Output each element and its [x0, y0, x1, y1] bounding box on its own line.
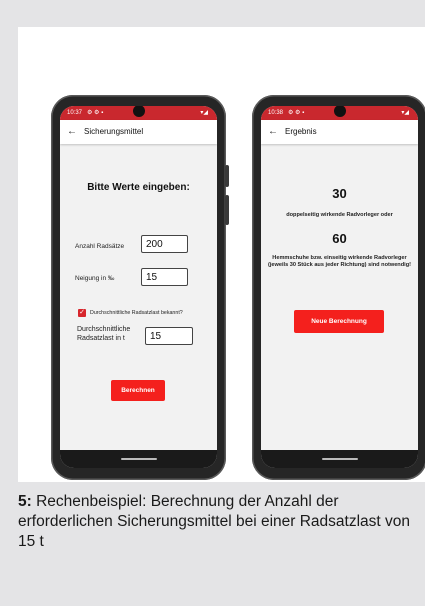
front-camera — [132, 106, 145, 117]
app-bar-title: Ergebnis — [285, 127, 317, 136]
arrow-left-icon[interactable]: ← — [67, 120, 77, 144]
radsaetze-label: Anzahl Radsätze — [75, 243, 125, 250]
navigation-bar — [261, 450, 418, 468]
phone-result-screen: 10:38 ⚙ ⚙ ▪ ▾◢ ← Ergebnis 30 doppelseiti… — [252, 95, 425, 480]
neue-berechnung-button[interactable]: Neue Berechnung — [294, 310, 384, 333]
screen: 10:37 ⚙ ⚙ ▪ ▾◢ ← Sicherungsmittel Bitte … — [60, 106, 217, 468]
radsatzlast-input[interactable]: 15 — [145, 327, 193, 345]
home-gesture-bar[interactable] — [321, 458, 358, 460]
status-time: 10:37 — [67, 110, 83, 116]
checkbox-label: Durchschnittliche Radsatzlast bekannt? — [90, 310, 183, 316]
figure-panel: 10:37 ⚙ ⚙ ▪ ▾◢ ← Sicherungsmittel Bitte … — [18, 27, 425, 482]
app-bar-title: Sicherungsmittel — [84, 127, 144, 136]
phone-input-screen: 10:37 ⚙ ⚙ ▪ ▾◢ ← Sicherungsmittel Bitte … — [51, 95, 229, 480]
power-button — [225, 195, 229, 225]
figure-caption: 5: Rechenbeispiel: Berechnung der Anzahl… — [18, 492, 418, 552]
result-doppelseitig-count: 30 — [332, 186, 347, 201]
screen: 10:38 ⚙ ⚙ ▪ ▾◢ ← Ergebnis 30 doppelseiti… — [261, 106, 418, 468]
result-hemmschuhe-count: 60 — [332, 231, 347, 246]
signal-icon: ▾◢ — [401, 110, 409, 116]
arrow-left-icon[interactable]: ← — [268, 120, 278, 144]
berechnen-button[interactable]: Berechnen — [111, 380, 165, 401]
front-camera — [333, 106, 346, 117]
status-icons: ⚙ ⚙ ▪ — [288, 110, 305, 116]
app-bar: ← Sicherungsmittel — [60, 120, 217, 144]
caption-text: Rechenbeispiel: Berechnung der Anzahl de… — [18, 493, 411, 550]
result-hemmschuhe-text: Hemmschuhe bzw. einseitig wirkende Radvo… — [268, 255, 411, 268]
volume-button — [225, 165, 229, 187]
signal-icon: ▾◢ — [200, 110, 208, 116]
status-icons: ⚙ ⚙ ▪ — [87, 110, 104, 116]
status-time: 10:38 — [268, 110, 284, 116]
radsatzlast-label-line1: Durchschnittliche — [77, 326, 131, 333]
checkbox-checked-icon[interactable]: ✓ — [78, 309, 86, 317]
neigung-input[interactable]: 15 — [141, 268, 188, 286]
page-heading: Bitte Werte eingeben: — [87, 182, 190, 193]
home-gesture-bar[interactable] — [120, 458, 157, 460]
neigung-label: Neigung in ‰ — [75, 275, 115, 282]
caption-number: 5: — [18, 493, 32, 510]
result-doppelseitig-text: doppelseitig wirkende Radvorleger oder — [286, 212, 393, 218]
radsatzlast-label-line2: Radsatzlast in t — [77, 335, 125, 342]
navigation-bar — [60, 450, 217, 468]
app-bar: ← Ergebnis — [261, 120, 418, 144]
radsaetze-input[interactable]: 200 — [141, 235, 188, 253]
